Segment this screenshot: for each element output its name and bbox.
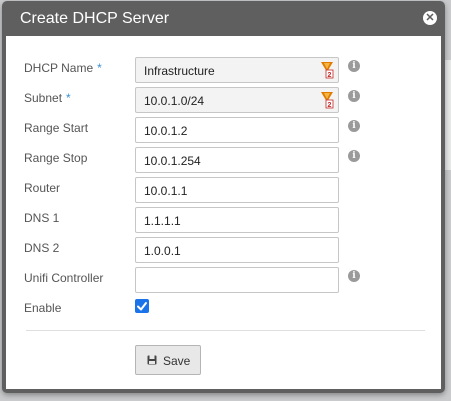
form-row-dns2: DNS 2 1.0.0.1 [6,237,441,263]
range-start-label: Range Start [24,121,89,135]
enable-checkbox[interactable] [135,299,149,313]
floppy-disk-icon [147,355,157,365]
dhcp-name-label: DHCP Name * [24,61,102,75]
form-row-router: Router 10.0.1.1 [6,177,441,203]
subnet-label: Subnet * [24,91,71,105]
dns2-value: 1.0.0.1 [144,244,181,258]
dns2-input[interactable]: 1.0.0.1 [135,237,339,263]
dns1-value: 1.1.1.1 [144,214,181,228]
form-divider [26,330,425,331]
info-icon[interactable]: i [348,270,360,282]
form-row-subnet: Subnet * 10.0.1.0/24 2 i [6,87,441,113]
info-icon[interactable]: i [348,60,360,72]
dns1-label: DNS 1 [24,211,60,225]
form-row-range-stop: Range Stop 10.0.1.254 i [6,147,441,173]
svg-text:2: 2 [328,72,332,79]
save-button[interactable]: Save [135,345,201,375]
required-marker: * [66,91,71,105]
enable-label: Enable [24,301,62,315]
info-icon[interactable]: i [348,90,360,102]
checkmark-icon [137,302,147,311]
svg-text:2: 2 [328,102,332,109]
router-value: 10.0.1.1 [144,184,188,198]
unifi-controller-input[interactable] [135,267,339,293]
info-icon[interactable]: i [348,120,360,132]
variable-symbol-icon[interactable]: 2 [320,91,334,109]
variable-symbol-icon[interactable]: 2 [320,61,334,79]
info-icon[interactable]: i [348,150,360,162]
form-row-range-start: Range Start 10.0.1.2 i [6,117,441,143]
router-input[interactable]: 10.0.1.1 [135,177,339,203]
create-dhcp-server-dialog: Create DHCP Server ✕ DHCP Name * Infrastr… [2,1,445,393]
router-label: Router [24,181,61,195]
range-stop-value: 10.0.1.254 [144,154,201,168]
close-icon[interactable]: ✕ [423,11,437,25]
dns2-label: DNS 2 [24,241,60,255]
dhcp-name-field[interactable]: Infrastructure 2 [135,57,339,83]
dhcp-name-value: Infrastructure [144,64,215,78]
required-marker: * [97,61,102,75]
subnet-value: 10.0.1.0/24 [144,94,205,108]
save-button-label: Save [163,354,191,368]
dialog-titlebar: Create DHCP Server ✕ [2,1,445,35]
dns1-input[interactable]: 1.1.1.1 [135,207,339,233]
form-row-dns1: DNS 1 1.1.1.1 [6,207,441,233]
unifi-controller-label: Unifi Controller [24,271,104,285]
form-row-enable: Enable [6,297,441,323]
range-start-value: 10.0.1.2 [144,124,188,138]
form-row-unifi-controller: Unifi Controller i [6,267,441,293]
range-stop-label: Range Stop [24,151,88,165]
dialog-title: Create DHCP Server [20,10,170,27]
dialog-body: DHCP Name * Infrastructure 2 i Subnet * 10… [6,36,441,389]
range-start-input[interactable]: 10.0.1.2 [135,117,339,143]
subnet-field[interactable]: 10.0.1.0/24 2 [135,87,339,113]
background-page [445,60,451,170]
range-stop-input[interactable]: 10.0.1.254 [135,147,339,173]
form-row-dhcp-name: DHCP Name * Infrastructure 2 i [6,57,441,83]
